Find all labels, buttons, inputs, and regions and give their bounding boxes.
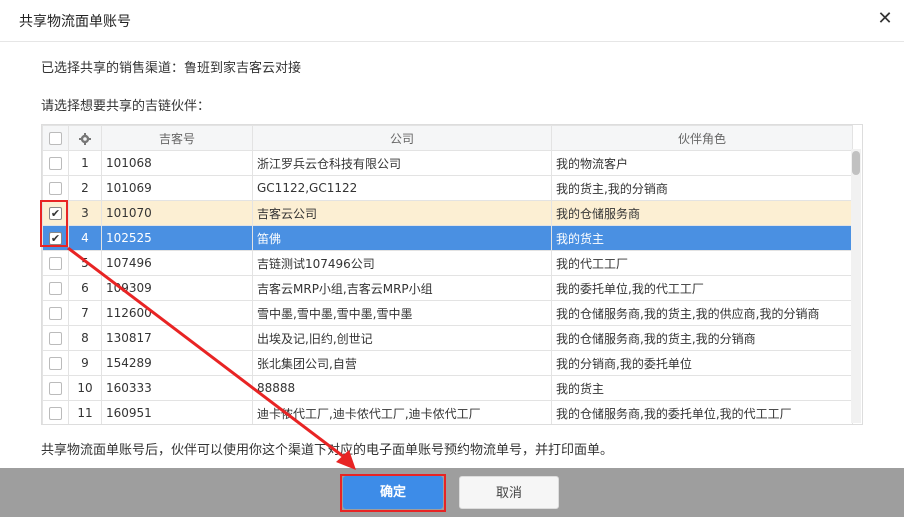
table-header-row: 吉客号 公司 伙伴角色	[42, 125, 853, 151]
row-checkbox-cell	[42, 400, 69, 424]
row-checkbox[interactable]	[49, 182, 62, 195]
row-role[interactable]: 我的仓储服务商,我的货主,我的供应商,我的分销商	[551, 300, 853, 326]
row-company[interactable]: 吉链测试107496公司	[252, 250, 552, 276]
row-number[interactable]: 3	[68, 200, 102, 226]
row-checkbox[interactable]: ✔	[49, 207, 62, 220]
row-checkbox[interactable]	[49, 332, 62, 345]
table-row[interactable]: ✔ 4 102525 笛佛 我的货主	[42, 225, 853, 251]
row-number[interactable]: 5	[68, 250, 102, 276]
row-jike-id[interactable]: 102525	[101, 225, 253, 251]
row-role[interactable]: 我的货主	[551, 225, 853, 251]
table-row[interactable]: 1 101068 浙江罗兵云仓科技有限公司 我的物流客户	[42, 150, 853, 176]
row-jike-id[interactable]: 107496	[101, 250, 253, 276]
share-waybill-dialog: 共享物流面单账号 ✕ 已选择共享的销售渠道：鲁班到家吉客云对接 请选择想要共享的…	[0, 0, 904, 517]
table-row[interactable]: 9 154289 张北集团公司,自营 我的分销商,我的委托单位	[42, 350, 853, 376]
select-all-cell	[42, 125, 69, 151]
row-checkbox[interactable]	[49, 282, 62, 295]
row-number[interactable]: 1	[68, 150, 102, 176]
row-checkbox[interactable]	[49, 357, 62, 370]
close-icon[interactable]: ✕	[872, 6, 898, 32]
row-number[interactable]: 10	[68, 375, 102, 401]
row-role[interactable]: 我的货主	[551, 375, 853, 401]
row-company[interactable]: 浙江罗兵云仓科技有限公司	[252, 150, 552, 176]
row-checkbox-cell	[42, 250, 69, 276]
row-role[interactable]: 我的分销商,我的委托单位	[551, 350, 853, 376]
row-company[interactable]: 迪卡侬代工厂,迪卡侬代工厂,迪卡侬代工厂	[252, 400, 552, 424]
row-number[interactable]: 2	[68, 175, 102, 201]
header-company[interactable]: 公司	[252, 125, 552, 151]
header-id[interactable]: 吉客号	[101, 125, 253, 151]
row-company[interactable]: 雪中墨,雪中墨,雪中墨,雪中墨	[252, 300, 552, 326]
row-jike-id[interactable]: 160333	[101, 375, 253, 401]
row-checkbox[interactable]	[49, 257, 62, 270]
table-row[interactable]: 10 160333 88888 我的货主	[42, 375, 853, 401]
row-company[interactable]: 张北集团公司,自营	[252, 350, 552, 376]
row-company[interactable]: 笛佛	[252, 225, 552, 251]
row-jike-id[interactable]: 101069	[101, 175, 253, 201]
table-row[interactable]: 6 109309 吉客云MRP小组,吉客云MRP小组 我的委托单位,我的代工工厂	[42, 275, 853, 301]
row-company[interactable]: 88888	[252, 375, 552, 401]
row-number[interactable]: 8	[68, 325, 102, 351]
row-company[interactable]: 出埃及记,旧约,创世记	[252, 325, 552, 351]
selected-channel-text: 已选择共享的销售渠道：鲁班到家吉客云对接	[41, 61, 302, 76]
row-role[interactable]: 我的仓储服务商,我的委托单位,我的代工工厂	[551, 400, 853, 424]
header-role[interactable]: 伙伴角色	[551, 125, 853, 151]
row-jike-id[interactable]: 160951	[101, 400, 253, 424]
row-role[interactable]: 我的委托单位,我的代工工厂	[551, 275, 853, 301]
row-jike-id[interactable]: 154289	[101, 350, 253, 376]
table-row[interactable]: 7 112600 雪中墨,雪中墨,雪中墨,雪中墨 我的仓储服务商,我的货主,我的供应商…	[42, 300, 853, 326]
dialog-title: 共享物流面单账号	[19, 14, 131, 30]
settings-header[interactable]	[68, 125, 102, 151]
table-row[interactable]: 11 160951 迪卡侬代工厂,迪卡侬代工厂,迪卡侬代工厂 我的仓储服务商,我的委托…	[42, 400, 853, 424]
row-role[interactable]: 我的仓储服务商	[551, 200, 853, 226]
row-company[interactable]: GC1122,GC1122	[252, 175, 552, 201]
select-all-checkbox[interactable]	[49, 132, 62, 145]
row-checkbox-cell: ✔	[42, 200, 69, 226]
dialog-title-bar: 共享物流面单账号 ✕	[0, 0, 904, 42]
row-company[interactable]: 吉客云公司	[252, 200, 552, 226]
table-row[interactable]: 5 107496 吉链测试107496公司 我的代工工厂	[42, 250, 853, 276]
partner-grid: 吉客号 公司 伙伴角色 1 101068 浙江罗兵云仓科技有限公司 我的物流客户 2 10…	[41, 124, 863, 425]
dialog-footer	[0, 468, 904, 517]
row-checkbox[interactable]	[49, 382, 62, 395]
row-checkbox-cell	[42, 375, 69, 401]
table-row[interactable]: ✔ 3 101070 吉客云公司 我的仓储服务商	[42, 200, 853, 226]
row-checkbox[interactable]	[49, 307, 62, 320]
table-row[interactable]: 8 130817 出埃及记,旧约,创世记 我的仓储服务商,我的货主,我的分销商	[42, 325, 853, 351]
row-role[interactable]: 我的代工工厂	[551, 250, 853, 276]
row-number[interactable]: 9	[68, 350, 102, 376]
row-checkbox-cell	[42, 350, 69, 376]
row-checkbox[interactable]	[49, 157, 62, 170]
row-role[interactable]: 我的仓储服务商,我的货主,我的分销商	[551, 325, 853, 351]
partner-prompt-text: 请选择想要共享的吉链伙伴：	[41, 99, 211, 114]
confirm-button[interactable]: 确定	[343, 476, 443, 509]
row-checkbox-cell: ✔	[42, 225, 69, 251]
row-role[interactable]: 我的货主,我的分销商	[551, 175, 853, 201]
gear-icon[interactable]	[79, 132, 91, 145]
row-number[interactable]: 4	[68, 225, 102, 251]
cancel-button[interactable]: 取消	[459, 476, 559, 509]
scrollbar-thumb[interactable]	[852, 151, 860, 175]
row-checkbox-cell	[42, 275, 69, 301]
partner-table: 吉客号 公司 伙伴角色 1 101068 浙江罗兵云仓科技有限公司 我的物流客户 2 10…	[42, 125, 853, 424]
row-jike-id[interactable]: 130817	[101, 325, 253, 351]
row-checkbox-cell	[42, 150, 69, 176]
grid-scrollbar[interactable]	[851, 149, 861, 423]
share-note: 共享物流面单账号后，伙伴可以使用你这个渠道下对应的电子面单账号预约物流单号，并打…	[41, 443, 614, 458]
row-jike-id[interactable]: 112600	[101, 300, 253, 326]
row-checkbox-cell	[42, 175, 69, 201]
row-jike-id[interactable]: 109309	[101, 275, 253, 301]
row-jike-id[interactable]: 101070	[101, 200, 253, 226]
row-number[interactable]: 6	[68, 275, 102, 301]
row-checkbox[interactable]	[49, 407, 62, 420]
row-checkbox-cell	[42, 300, 69, 326]
row-checkbox[interactable]: ✔	[49, 232, 62, 245]
row-number[interactable]: 7	[68, 300, 102, 326]
row-jike-id[interactable]: 101068	[101, 150, 253, 176]
row-number[interactable]: 11	[68, 400, 102, 424]
row-role[interactable]: 我的物流客户	[551, 150, 853, 176]
table-row[interactable]: 2 101069 GC1122,GC1122 我的货主,我的分销商	[42, 175, 853, 201]
row-company[interactable]: 吉客云MRP小组,吉客云MRP小组	[252, 275, 552, 301]
row-checkbox-cell	[42, 325, 69, 351]
